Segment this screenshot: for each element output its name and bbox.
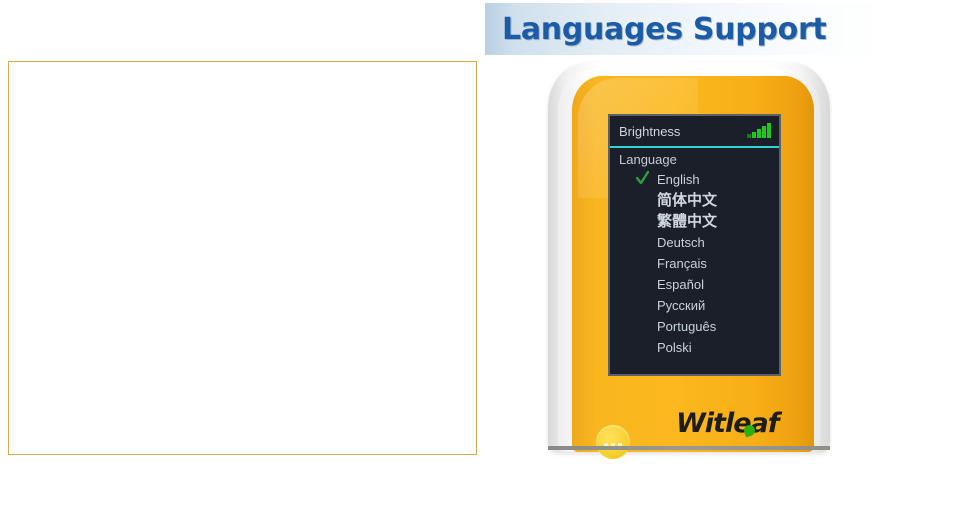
list-item[interactable]: Polski (610, 337, 779, 358)
list-item[interactable]: 繁體中文 (610, 211, 779, 232)
device-bottom-crop-edge (548, 446, 830, 450)
left-content-panel (8, 61, 477, 455)
list-item[interactable]: Español (610, 274, 779, 295)
list-item[interactable]: Deutsch (610, 232, 779, 253)
lcd-status-bar: Brightness (610, 116, 779, 148)
language-label: Español (657, 277, 704, 292)
lcd-status-title: Brightness (619, 123, 681, 139)
device-lcd-screen: Brightness Language English 简体中文 繁體中文 De… (608, 114, 781, 376)
list-item[interactable]: English (610, 169, 779, 190)
language-label: 繁體中文 (657, 212, 718, 230)
title-banner: Languages Support (485, 3, 958, 55)
check-icon (636, 171, 649, 185)
language-label: Français (657, 256, 707, 271)
power-button[interactable] (596, 425, 630, 459)
list-item[interactable]: Français (610, 253, 779, 274)
language-label: English (657, 172, 700, 187)
list-item[interactable]: Русский (610, 295, 779, 316)
signal-bars-icon (747, 123, 771, 138)
language-label: 简体中文 (657, 191, 718, 209)
list-item[interactable]: 简体中文 (610, 190, 779, 211)
language-menu: Language English 简体中文 繁體中文 Deutsch Franç… (610, 148, 779, 358)
device-photo: Brightness Language English 简体中文 繁體中文 De… (548, 62, 830, 459)
brand-logo-text: Witleaf (676, 408, 779, 439)
page-title: Languages Support (502, 11, 827, 47)
language-label: Português (657, 319, 717, 334)
language-menu-heading: Language (619, 152, 677, 167)
language-label: Polski (657, 340, 692, 355)
language-label: Deutsch (657, 235, 705, 250)
list-item[interactable]: Português (610, 316, 779, 337)
language-label: Русский (657, 298, 706, 313)
